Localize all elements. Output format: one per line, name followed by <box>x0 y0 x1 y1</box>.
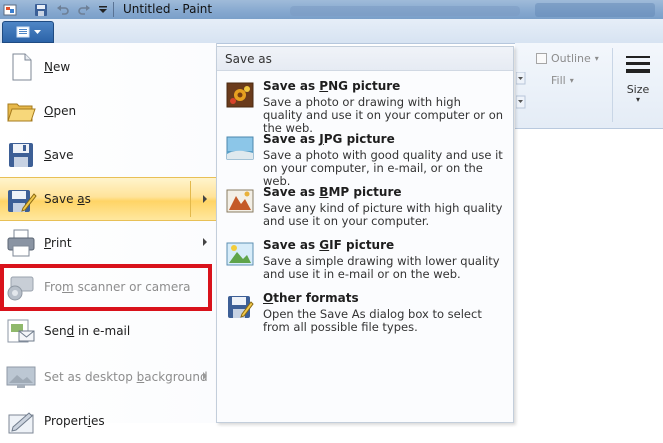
other-formats-icon <box>228 296 254 318</box>
menu-item-send-in-email[interactable]: Send in e-mail <box>0 309 216 353</box>
menu-item-save-as[interactable]: Save as <box>0 177 216 221</box>
printer-icon <box>7 229 35 257</box>
new-document-icon <box>12 53 32 81</box>
chevron-down-icon: ▾ <box>594 54 599 63</box>
shapes-scroll-arrows[interactable] <box>515 71 526 112</box>
submenu-arrow-icon <box>203 238 207 246</box>
file-menu: New Open Save Save as Print From scanner… <box>0 43 217 434</box>
save-as-jpg-option[interactable]: Save as JPG picture Save a photo with go… <box>217 129 513 188</box>
properties-icon <box>8 412 34 434</box>
submenu-title: Save as <box>225 52 272 66</box>
redo-icon[interactable] <box>76 1 92 18</box>
desktop-background-icon <box>6 366 36 388</box>
save-as-bmp-option[interactable]: Save as BMP picture Save any kind of pic… <box>217 182 513 235</box>
save-as-gif-option[interactable]: Save as GIF picture Save a simple drawin… <box>217 235 513 288</box>
quick-save-icon[interactable] <box>32 1 50 18</box>
menu-item-print[interactable]: Print <box>0 221 216 265</box>
submenu-arrow-icon <box>203 195 207 203</box>
menu-item-new[interactable]: New <box>0 45 216 89</box>
paint-menu-button[interactable] <box>2 21 54 43</box>
outline-checkbox-icon <box>536 53 547 64</box>
size-button[interactable]: Size ▾ <box>622 52 654 104</box>
save-as-submenu: Save as Save as PNG picture Save a photo… <box>216 46 514 423</box>
line-size-icon <box>626 56 650 73</box>
email-icon <box>7 319 35 343</box>
submenu-arrow-icon <box>203 372 207 380</box>
save-as-icon <box>8 190 37 212</box>
menu-item-open[interactable]: Open <box>0 89 216 133</box>
chevron-down-icon: ▾ <box>635 95 640 104</box>
window-title: Untitled - Paint <box>123 2 213 16</box>
submenu-header: Save as <box>217 47 513 71</box>
open-folder-icon <box>7 103 36 122</box>
save-floppy-icon <box>9 143 33 167</box>
png-picture-icon <box>226 82 254 108</box>
save-as-other-formats-option[interactable]: Other formats Open the Save As dialog bo… <box>217 288 513 341</box>
outline-label: Outline <box>551 52 591 65</box>
chevron-down-icon: ▾ <box>569 76 574 85</box>
highlight-annotation-box <box>0 264 212 311</box>
undo-icon[interactable] <box>55 1 71 18</box>
customize-toolbar-dropdown[interactable] <box>96 1 110 18</box>
menu-item-set-as-desktop-background: Set as desktop background <box>0 355 216 399</box>
outline-dropdown[interactable]: Outline ▾ <box>536 52 599 65</box>
jpg-picture-icon <box>226 136 254 160</box>
menu-icon <box>16 26 29 38</box>
bmp-picture-icon <box>226 189 254 213</box>
paint-app-icon[interactable] <box>2 1 18 18</box>
chevron-down-icon <box>33 29 41 34</box>
menu-item-properties[interactable]: Properties <box>0 399 216 443</box>
fill-dropdown[interactable]: Fill ▾ <box>536 74 574 87</box>
save-as-png-option[interactable]: Save as PNG picture Save a photo or draw… <box>217 76 513 135</box>
gif-picture-icon <box>226 242 254 266</box>
fill-label: Fill <box>551 74 566 87</box>
menu-item-save[interactable]: Save <box>0 133 216 177</box>
ribbon-tab-strip <box>0 19 663 44</box>
drawing-canvas[interactable] <box>515 129 663 423</box>
